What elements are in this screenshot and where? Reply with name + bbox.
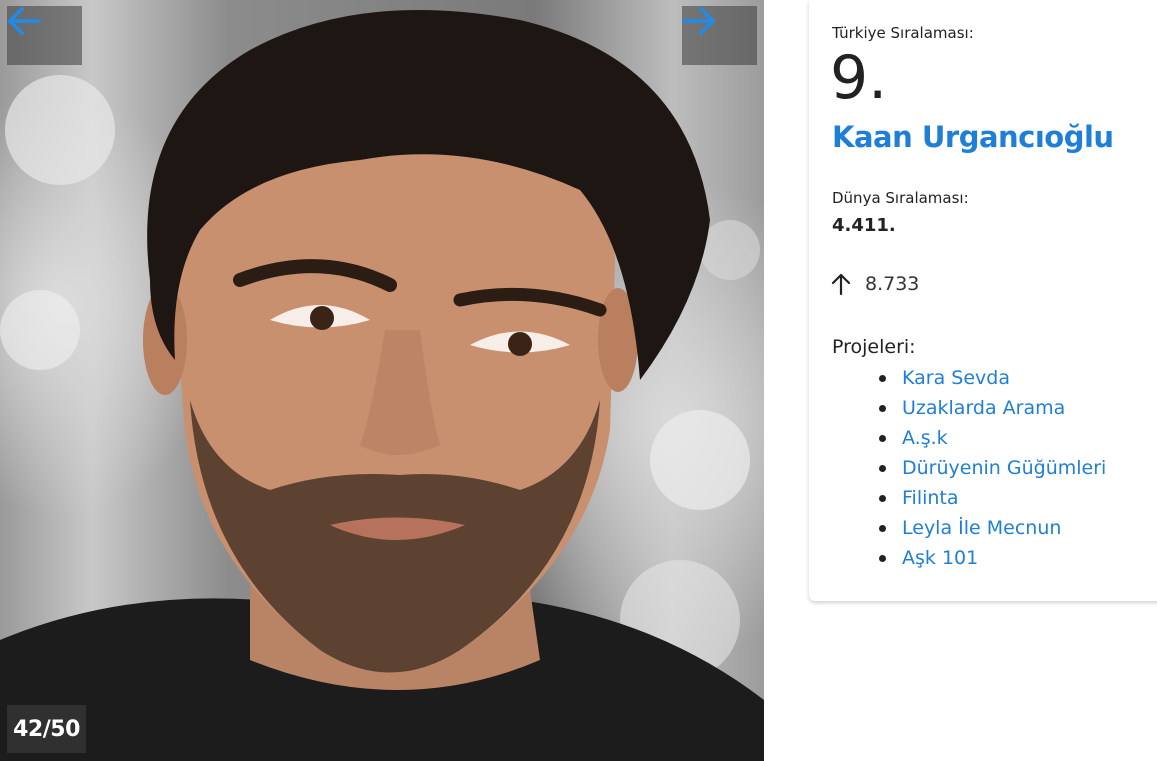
list-item: Aşk 101 [809, 545, 1106, 575]
projects-label: Projeleri: [832, 336, 916, 358]
arrow-up-icon [831, 273, 851, 295]
project-link[interactable]: Dürüyenin Güğümleri [902, 457, 1106, 479]
photo-counter: 42/50 [7, 705, 86, 753]
list-item: Filinta [809, 485, 1106, 515]
project-link[interactable]: Uzaklarda Arama [902, 397, 1065, 419]
world-rank-value: 4.411. [832, 215, 896, 236]
list-item: A.ş.k [809, 425, 1106, 455]
arrow-left-icon [8, 7, 41, 35]
project-link[interactable]: Filinta [902, 487, 959, 509]
project-link[interactable]: Aşk 101 [902, 547, 978, 569]
project-link[interactable]: Kara Sevda [902, 367, 1010, 389]
list-item: Leyla İle Mecnun [809, 515, 1106, 545]
projects-list: Kara Sevda Uzaklarda Arama A.ş.k Dürüyen… [809, 365, 1106, 575]
world-rank-label: Dünya Sıralaması: [832, 189, 969, 207]
previous-photo-button[interactable] [7, 6, 82, 65]
actor-photo: 42/50 [0, 0, 764, 761]
list-item: Dürüyenin Güğümleri [809, 455, 1106, 485]
turkey-rank-label: Türkiye Sıralaması: [832, 24, 974, 42]
project-link[interactable]: Leyla İle Mecnun [902, 517, 1061, 539]
list-item: Kara Sevda [809, 365, 1106, 395]
project-link[interactable]: A.ş.k [902, 427, 948, 449]
rank-trend: 8.733 [831, 273, 919, 295]
next-photo-button[interactable] [682, 6, 757, 65]
arrow-right-icon [682, 7, 715, 35]
portrait-illustration [0, 10, 764, 761]
turkey-rank-value: 9. [830, 43, 888, 113]
trend-value: 8.733 [865, 273, 920, 295]
actor-name[interactable]: Kaan Urgancıoğlu [832, 120, 1114, 154]
ranking-card: Türkiye Sıralaması: 9. Kaan Urgancıoğlu … [809, 0, 1157, 601]
list-item: Uzaklarda Arama [809, 395, 1106, 425]
